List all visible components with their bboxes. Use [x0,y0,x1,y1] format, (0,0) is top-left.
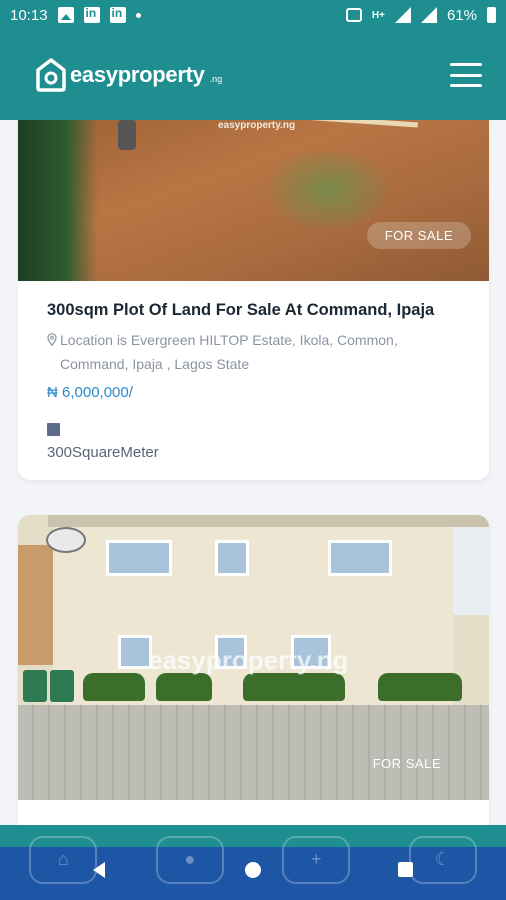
photo-satellite-dish [46,527,86,553]
photo-bin [50,670,74,702]
listing-price: ₦ 6,000,000/ [47,384,133,401]
photo-window [106,540,172,576]
more-notifications-icon [135,12,141,18]
system-home-icon[interactable] [245,862,261,878]
listing-photo[interactable]: easyproperty.ng FOR SALE [18,120,489,281]
system-back-icon[interactable] [93,862,105,878]
site-logo[interactable]: easyproperty .ng [36,58,222,92]
status-left: 10:13 [10,6,141,24]
moon-icon[interactable]: ☾ [408,835,477,884]
photo-window [328,540,392,576]
status-time: 10:13 [10,6,48,24]
menu-bar [450,63,482,66]
photo-window [215,540,249,576]
photo-hedge [83,673,145,701]
listing-area: 300SquareMeter [47,444,159,461]
signal-icon-2 [420,7,437,23]
logo-suffix: .ng [209,74,223,84]
app-header: easyproperty .ng [0,30,506,120]
photo-watermark: easyproperty.ng [148,645,349,675]
menu-bar [450,84,482,87]
listing-card[interactable]: easyproperty.ng FOR SALE [18,515,489,825]
area-icon [47,423,60,436]
house-logo-icon [36,58,66,92]
system-recents-icon[interactable] [398,862,413,877]
photo-hedge [243,673,345,701]
user-icon[interactable]: ● [155,835,224,884]
status-bar: 10:13 H+ 61% [0,0,506,30]
gallery-notification-icon [57,7,74,23]
battery-percent: 61% [446,6,477,24]
photo-bin [23,670,47,702]
photo-neighbor-building [18,545,58,665]
linkedin-notification-icon-2 [109,6,126,23]
photo-watermark: easyproperty.ng [218,120,296,131]
logo-text: easyproperty [70,62,205,87]
photo-window [118,635,152,669]
listing-title[interactable]: 300sqm Plot Of Land For Sale At Command,… [47,301,460,320]
photo-roof [48,515,489,527]
listing-card[interactable]: easyproperty.ng FOR SALE 300sqm Plot Of … [18,120,489,480]
signal-icon [394,7,411,23]
photo-plank [287,120,419,128]
listing-details: 300sqm Plot Of Land For Sale At Command,… [18,281,489,461]
location-pin-icon [47,333,57,346]
photo-hedge [378,673,462,701]
network-type: H+ [371,9,385,21]
menu-icon[interactable] [450,63,482,87]
status-right: H+ 61% [345,6,496,24]
home-icon[interactable]: ⌂ [29,835,98,884]
listings-feed[interactable]: easyproperty.ng FOR SALE 300sqm Plot Of … [0,120,506,825]
listing-photo[interactable]: easyproperty.ng FOR SALE [18,515,489,800]
photo-hedge [156,673,212,701]
for-sale-badge: FOR SALE [366,222,471,249]
listing-location: Location is Evergreen HILTOP Estate, Iko… [47,328,460,376]
vibrate-icon [345,8,362,22]
linkedin-notification-icon [83,6,100,23]
photo-person [118,120,136,150]
location-text: Location is Evergreen HILTOP Estate, Iko… [60,332,398,372]
photo-grass [268,150,388,230]
plus-icon[interactable]: + [282,835,351,884]
menu-bar [450,73,482,77]
for-sale-badge: FOR SALE [372,756,441,771]
photo-trees [18,120,98,281]
battery-icon [487,7,496,23]
